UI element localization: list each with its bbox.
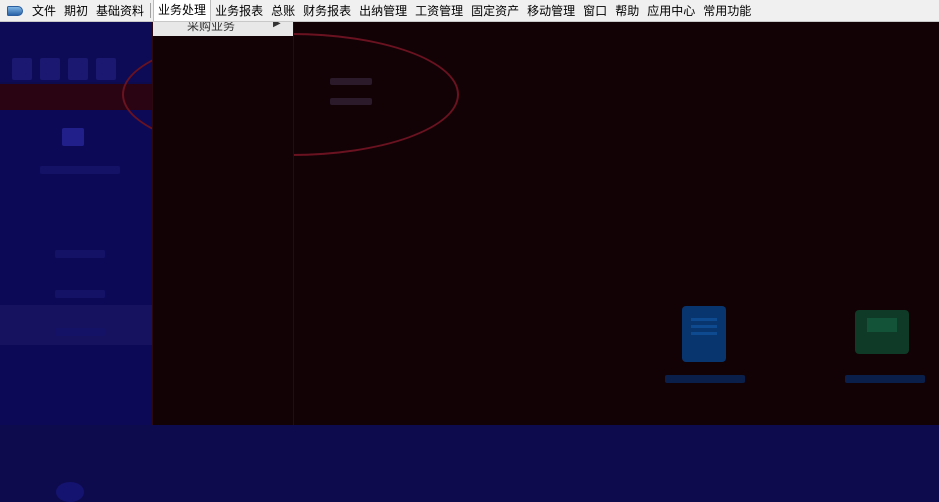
- menu-window[interactable]: 窗口: [579, 1, 611, 21]
- sidebar-module-icon[interactable]: [62, 128, 84, 146]
- app-logo-icon: [56, 482, 84, 502]
- menu-bar: 文件 期初 基础资料 业务处理 业务报表 总账 财务报表 出纳管理 工资管理 固…: [0, 0, 939, 22]
- blurred-text: [330, 78, 372, 85]
- menu-general-ledger[interactable]: 总账: [267, 1, 299, 21]
- menu-payroll[interactable]: 工资管理: [411, 1, 467, 21]
- business-menu-dropdown: 采购业务 ▶: [152, 22, 294, 425]
- sidebar-item[interactable]: [55, 328, 105, 336]
- menu-cashier[interactable]: 出纳管理: [355, 1, 411, 21]
- submenu-arrow-icon: ▶: [273, 22, 281, 29]
- sidebar-selected-item[interactable]: [0, 305, 152, 345]
- sidebar-item[interactable]: [55, 250, 105, 258]
- menu-item-label: 采购业务: [187, 22, 236, 33]
- menu-period-start[interactable]: 期初: [60, 1, 92, 21]
- menu-app-center[interactable]: 应用中心: [643, 1, 699, 21]
- menu-item-purchase[interactable]: 采购业务 ▶: [153, 22, 293, 36]
- menu-file[interactable]: 文件: [28, 1, 60, 21]
- menu-financial-reports[interactable]: 财务报表: [299, 1, 355, 21]
- document-tile-icon[interactable]: [682, 306, 726, 362]
- sidebar-item[interactable]: [55, 290, 105, 298]
- toolbar-icon[interactable]: [96, 58, 116, 80]
- sidebar: [0, 110, 152, 502]
- tile-label: [665, 375, 745, 383]
- menu-separator: [150, 3, 152, 18]
- toolbar-icon[interactable]: [12, 58, 32, 80]
- menu-help[interactable]: 帮助: [611, 1, 643, 21]
- menu-mobile[interactable]: 移动管理: [523, 1, 579, 21]
- menu-business-reports[interactable]: 业务报表: [211, 1, 267, 21]
- ledger-tile-icon[interactable]: [855, 310, 909, 354]
- tile-label: [845, 375, 925, 383]
- app-icon[interactable]: [7, 5, 23, 16]
- toolbar-icon[interactable]: [40, 58, 60, 80]
- menu-base-data[interactable]: 基础资料: [92, 1, 148, 21]
- toolbar-blurred: [12, 58, 116, 80]
- menu-common-functions[interactable]: 常用功能: [699, 1, 755, 21]
- blurred-text: [330, 98, 372, 105]
- sidebar-item[interactable]: [40, 166, 120, 174]
- toolbar-icon[interactable]: [68, 58, 88, 80]
- menu-business-processing[interactable]: 业务处理: [153, 0, 212, 21]
- menu-fixed-assets[interactable]: 固定资产: [467, 1, 523, 21]
